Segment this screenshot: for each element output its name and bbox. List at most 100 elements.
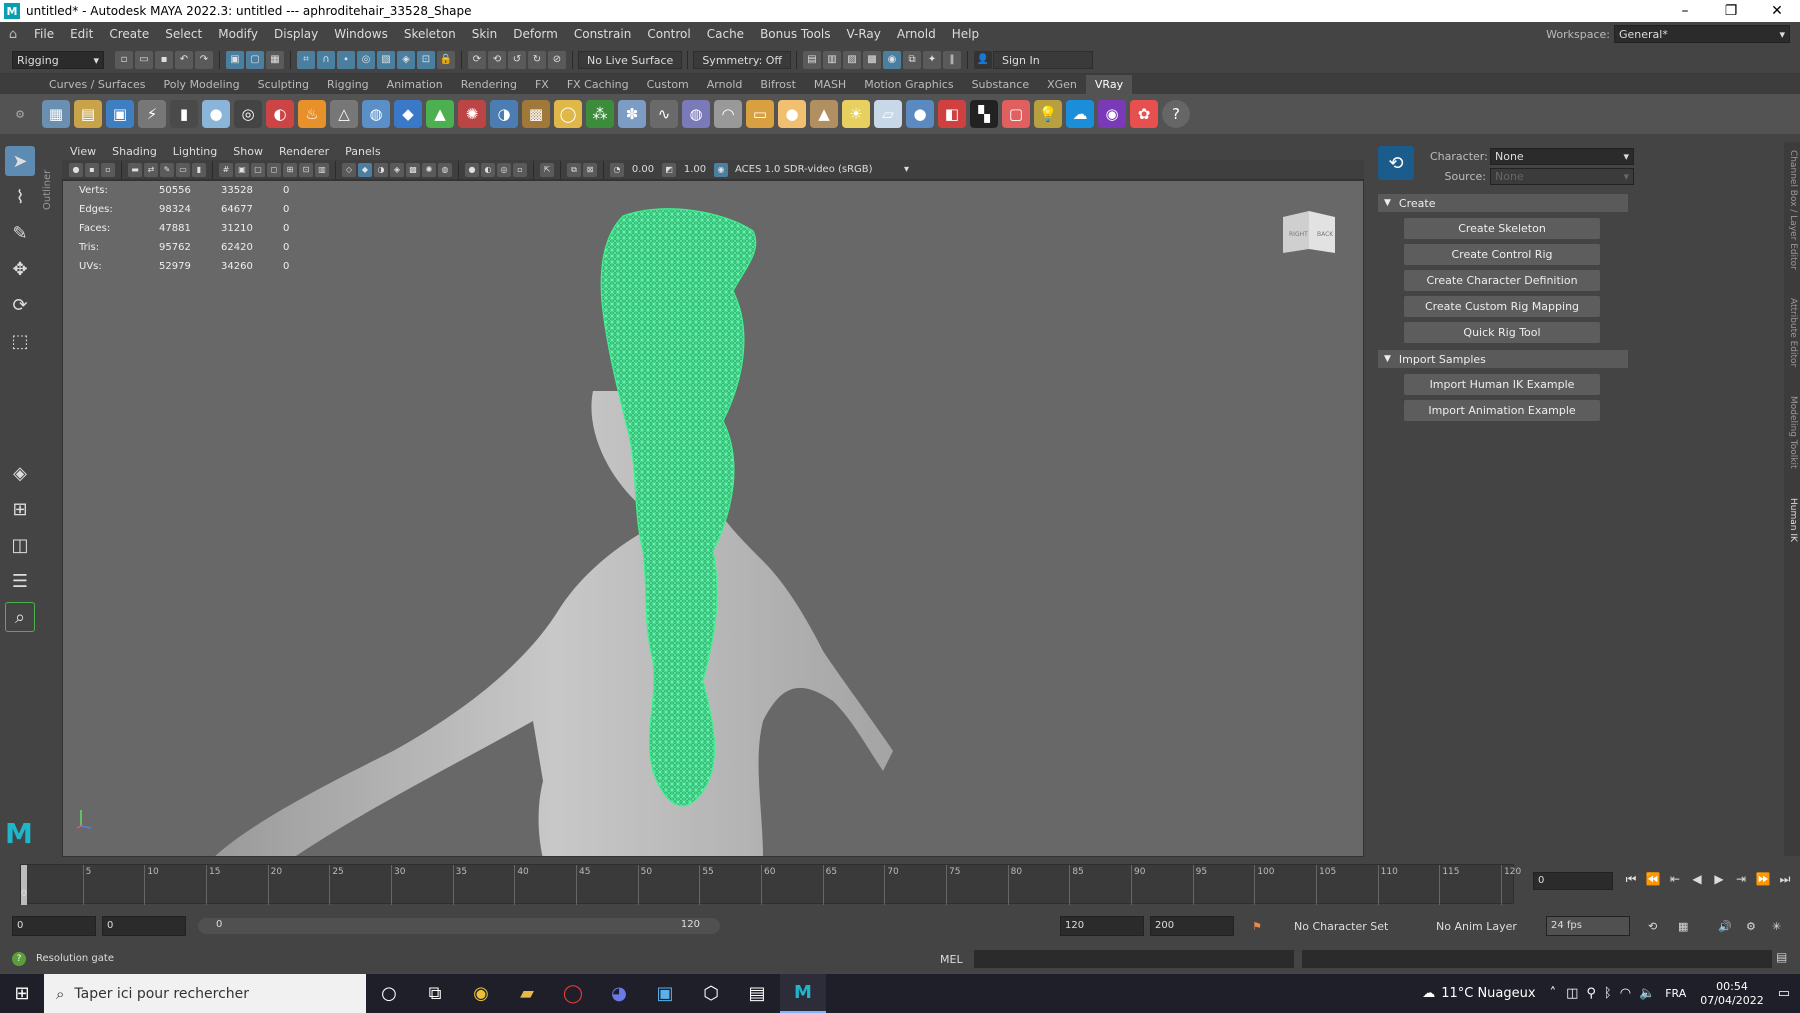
viewport-menu-panels[interactable]: Panels: [337, 145, 388, 158]
tab-human-ik[interactable]: Human IK: [1786, 498, 1798, 542]
step-back-frame-icon[interactable]: ⇤: [1664, 872, 1686, 887]
volume-icon[interactable]: 🔈: [1639, 986, 1655, 1001]
menu-control[interactable]: Control: [639, 27, 698, 41]
viewport-menu-renderer[interactable]: Renderer: [271, 145, 337, 158]
live-surface-field[interactable]: No Live Surface: [578, 50, 683, 69]
save-scene-icon[interactable]: ▪: [155, 50, 173, 69]
shelf-tab-poly-modeling[interactable]: Poly Modeling: [155, 75, 249, 94]
menu-bonus-tools[interactable]: Bonus Tools: [752, 27, 838, 41]
rotate-tool-icon[interactable]: ⟳: [5, 290, 35, 320]
sign-in-button[interactable]: Sign In: [993, 50, 1094, 69]
shelf-tab-custom[interactable]: Custom: [638, 75, 698, 94]
xray-icon[interactable]: ⧉: [567, 162, 581, 177]
camera-select-icon[interactable]: ●: [69, 162, 83, 177]
history-icon[interactable]: ⟳: [468, 50, 486, 69]
go-to-end-icon[interactable]: ⏭: [1774, 872, 1796, 887]
script-language-label[interactable]: MEL: [940, 953, 963, 966]
single-perspective-icon[interactable]: ◈: [5, 458, 35, 488]
character-select[interactable]: None ▾: [1490, 148, 1634, 165]
maximize-button[interactable]: ❐: [1708, 3, 1754, 19]
vray-sphere-icon[interactable]: ●: [202, 100, 230, 128]
shelf-tab-curves-surfaces[interactable]: Curves / Surfaces: [40, 75, 155, 94]
shelf-tab-vray[interactable]: VRay: [1085, 75, 1133, 94]
viewport-menu-shading[interactable]: Shading: [104, 145, 165, 158]
create-control-rig-button[interactable]: Create Control Rig: [1404, 244, 1600, 265]
vray-ies-icon[interactable]: ▱: [874, 100, 902, 128]
default-material-icon[interactable]: ◑: [374, 162, 388, 177]
animation-start-field[interactable]: 0: [12, 916, 96, 936]
symmetry-snap-icon[interactable]: ⊡: [417, 50, 435, 69]
vray-denoise-icon[interactable]: ◉: [1098, 100, 1126, 128]
step-forward-frame-icon[interactable]: ⇥: [1730, 872, 1752, 887]
view-cube[interactable]: RIGHT BACK: [1279, 209, 1339, 255]
search-icon[interactable]: ⌕: [5, 602, 35, 632]
viewport-menu-view[interactable]: View: [62, 145, 104, 158]
isolate-select-icon[interactable]: ⇱: [540, 162, 554, 177]
outliner-tab[interactable]: Outliner: [42, 150, 56, 210]
xray-joints-icon[interactable]: ⊠: [583, 162, 597, 177]
language-indicator[interactable]: FRA: [1665, 987, 1686, 1000]
vray-checker-icon[interactable]: ▚: [970, 100, 998, 128]
redo-icon[interactable]: ↷: [195, 50, 213, 69]
vray-fire-icon[interactable]: ♨: [298, 100, 326, 128]
playback-end-field[interactable]: 120: [1060, 916, 1144, 936]
character-control-icon[interactable]: ✳: [1772, 920, 1781, 933]
vray-plane-icon[interactable]: ◠: [714, 100, 742, 128]
wireframe-on-shaded-icon[interactable]: ◈: [390, 162, 404, 177]
vray-sun-icon[interactable]: ☀: [842, 100, 870, 128]
shadows-icon[interactable]: ◍: [438, 162, 452, 177]
shelf-tab-motion-graphics[interactable]: Motion Graphics: [855, 75, 962, 94]
screen-space-ao-icon[interactable]: ●: [465, 162, 479, 177]
safe-action-icon[interactable]: ⊡: [299, 162, 313, 177]
vray-frame-buffer-icon[interactable]: ▤: [74, 100, 102, 128]
import-animation-example-button[interactable]: Import Animation Example: [1404, 400, 1600, 421]
vray-camera-icon[interactable]: ◎: [234, 100, 262, 128]
anti-aliasing-icon[interactable]: ◎: [497, 162, 511, 177]
vray-cone-icon[interactable]: ▲: [426, 100, 454, 128]
chrome-icon[interactable]: ◉: [458, 974, 504, 1013]
resolution-gate-icon[interactable]: ▢: [251, 162, 265, 177]
vray-fur-icon[interactable]: ⁂: [586, 100, 614, 128]
cortana-icon[interactable]: ○: [366, 974, 412, 1013]
vray-curve-icon[interactable]: ∿: [650, 100, 678, 128]
anim-layer-select[interactable]: No Anim Layer: [1436, 920, 1517, 933]
vray-sphere-light-icon[interactable]: ●: [778, 100, 806, 128]
vray-mesh-light-icon[interactable]: ✺: [458, 100, 486, 128]
select-hierarchy-icon[interactable]: ▣: [226, 50, 244, 69]
vray-render-settings-icon[interactable]: ▦: [42, 100, 70, 128]
tab-attribute-editor[interactable]: Attribute Editor: [1786, 298, 1798, 367]
notifications-icon[interactable]: ▭: [1778, 986, 1790, 1001]
menu-skin[interactable]: Skin: [464, 27, 506, 41]
task-view-icon[interactable]: ⧉: [412, 974, 458, 1013]
bookmark2-icon[interactable]: ▮: [192, 162, 206, 177]
menu-deform[interactable]: Deform: [505, 27, 566, 41]
discord-icon[interactable]: ◕: [596, 974, 642, 1013]
playback-start-field[interactable]: 0: [102, 916, 186, 936]
depth-of-field-icon[interactable]: ▫: [513, 162, 527, 177]
shelf-tab-rigging[interactable]: Rigging: [318, 75, 378, 94]
create-skeleton-button[interactable]: Create Skeleton: [1404, 218, 1600, 239]
menu-select[interactable]: Select: [157, 27, 210, 41]
arnold-render-icon[interactable]: ⧉: [903, 50, 922, 69]
viewport-menu-show[interactable]: Show: [225, 145, 271, 158]
windows-start-icon[interactable]: ⊞: [0, 983, 44, 1004]
vray-frame-icon[interactable]: ▢: [1002, 100, 1030, 128]
lasso-tool-icon[interactable]: ⌇: [5, 182, 35, 212]
hypershade-icon[interactable]: ◉: [883, 50, 902, 69]
weather-icon[interactable]: ☁: [1422, 986, 1435, 1001]
menu-cache[interactable]: Cache: [699, 27, 752, 41]
create-section-header[interactable]: ▼ Create: [1378, 194, 1628, 212]
menu-create[interactable]: Create: [101, 27, 157, 41]
command-input[interactable]: [974, 950, 1294, 968]
vray-color-icon[interactable]: ✿: [1130, 100, 1158, 128]
play-forward-icon[interactable]: ▶: [1708, 872, 1730, 887]
vray-blend-icon[interactable]: ◐: [266, 100, 294, 128]
tab-modeling-toolkit[interactable]: Modeling Toolkit: [1786, 396, 1798, 469]
render-layer-icon[interactable]: ⊘: [548, 50, 566, 69]
four-view-icon[interactable]: ⊞: [5, 494, 35, 524]
menu-skeleton[interactable]: Skeleton: [396, 27, 464, 41]
step-back-key-icon[interactable]: ⏪: [1642, 872, 1664, 887]
snapshot-icon[interactable]: ▭: [176, 162, 190, 177]
use-all-lights-icon[interactable]: ✺: [422, 162, 436, 177]
bookmark-icon[interactable]: ▫: [101, 162, 115, 177]
